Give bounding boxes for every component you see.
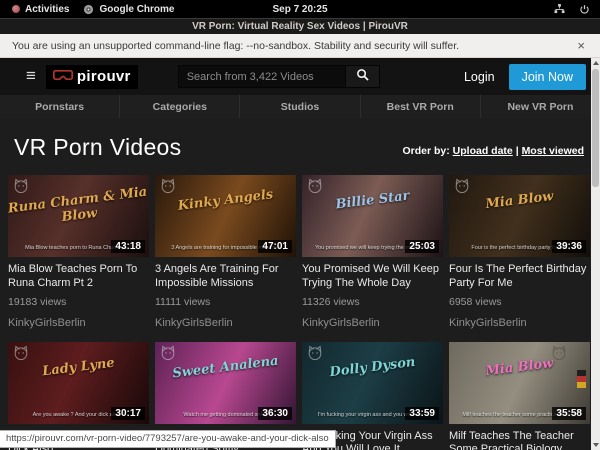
studio-cat-logo-icon bbox=[453, 178, 471, 199]
video-title-link[interactable]: Milf Teaches The Teacher Some Practical … bbox=[449, 430, 590, 450]
duration-badge: 47:01 bbox=[258, 240, 292, 253]
scrollbar-thumb[interactable] bbox=[592, 69, 599, 187]
duration-badge: 43:18 bbox=[111, 240, 145, 253]
window-title: VR Porn: Virtual Reality Sex Videos | Pi… bbox=[192, 21, 408, 32]
site-logo-text: pirouvr bbox=[77, 68, 131, 85]
search-button[interactable] bbox=[346, 65, 380, 88]
page-scrollbar[interactable] bbox=[591, 58, 600, 450]
activities-button[interactable]: Activities bbox=[12, 4, 69, 15]
order-by: Order by: Upload date | Most viewed bbox=[402, 145, 584, 161]
video-thumbnail[interactable]: Billie Star You promised we will keep tr… bbox=[302, 175, 443, 257]
video-thumbnail[interactable]: Kinky Angels 3 Angels are training for i… bbox=[155, 175, 296, 257]
chrome-icon bbox=[83, 4, 94, 15]
login-link[interactable]: Login bbox=[450, 70, 509, 84]
video-grid: Runa Charm & Mia Blow Mia Blow teaches p… bbox=[8, 175, 590, 450]
video-card[interactable]: Mia Blow Milf teaches the teacher some p… bbox=[449, 342, 590, 450]
video-views: 6958 views bbox=[449, 296, 590, 308]
studio-cat-logo-icon bbox=[12, 178, 30, 199]
power-icon[interactable] bbox=[579, 4, 590, 15]
studio-cat-logo-icon bbox=[306, 178, 324, 199]
video-views: 11326 views bbox=[302, 296, 443, 308]
studio-cat-logo-icon bbox=[159, 345, 177, 366]
video-thumbnail[interactable]: Mia Blow Four is the perfect birthday pa… bbox=[449, 175, 590, 257]
duration-badge: 25:03 bbox=[405, 240, 439, 253]
duration-badge: 39:36 bbox=[552, 240, 586, 253]
video-thumbnail[interactable]: Runa Charm & Mia Blow Mia Blow teaches p… bbox=[8, 175, 149, 257]
nav-studios[interactable]: Studios bbox=[240, 95, 360, 118]
video-thumbnail[interactable]: Dolly Dyson I'm fucking your virgin ass … bbox=[302, 342, 443, 424]
search-bar bbox=[178, 65, 380, 88]
video-studio-link[interactable]: KinkyGirlsBerlin bbox=[155, 317, 296, 329]
nav-categories[interactable]: Categories bbox=[120, 95, 240, 118]
main-nav: Pornstars Categories Studios Best VR Por… bbox=[0, 95, 600, 118]
order-upload-date-link[interactable]: Upload date bbox=[453, 145, 513, 157]
video-card[interactable]: Billie Star You promised we will keep tr… bbox=[302, 175, 443, 329]
network-icon[interactable] bbox=[554, 4, 565, 14]
video-title-link[interactable]: 3 Angels Are Training For Impossible Mis… bbox=[155, 263, 296, 291]
video-views: 19183 views bbox=[8, 296, 149, 308]
video-views: 11111 views bbox=[155, 296, 296, 308]
studio-cat-logo-icon bbox=[306, 345, 324, 366]
desktop: Activities Google Chrome Sep 7 20:25 VR … bbox=[0, 0, 600, 450]
status-bar-url: https://pirouvr.com/vr-porn-video/779325… bbox=[0, 430, 336, 448]
clock[interactable]: Sep 7 20:25 bbox=[130, 4, 470, 15]
german-flag-decoration bbox=[577, 370, 586, 388]
window-title-bar: VR Porn: Virtual Reality Sex Videos | Pi… bbox=[0, 18, 600, 34]
search-input[interactable] bbox=[178, 65, 346, 88]
video-thumbnail[interactable]: Sweet Analena Watch me getting dominated… bbox=[155, 342, 296, 424]
video-card[interactable]: Mia Blow Four is the perfect birthday pa… bbox=[449, 175, 590, 329]
unsupported-flag-infobar: You are using an unsupported command-lin… bbox=[0, 34, 600, 58]
infobar-close-icon[interactable]: × bbox=[574, 38, 588, 53]
video-thumbnail[interactable]: Lady Lyne Are you awake ? And your dick … bbox=[8, 342, 149, 424]
video-studio-link[interactable]: KinkyGirlsBerlin bbox=[8, 317, 149, 329]
video-thumbnail[interactable]: Mia Blow Milf teaches the teacher some p… bbox=[449, 342, 590, 424]
page-heading-row: VR Porn Videos Order by: Upload date | M… bbox=[0, 118, 600, 175]
vr-goggles-icon bbox=[53, 68, 73, 86]
video-title-link[interactable]: You Promised We Will Keep Trying The Who… bbox=[302, 263, 443, 291]
page-title: VR Porn Videos bbox=[14, 134, 181, 161]
studio-cat-logo-icon bbox=[550, 345, 568, 366]
video-title-link[interactable]: Four Is The Perfect Birthday Party For M… bbox=[449, 263, 590, 291]
infobar-message: You are using an unsupported command-lin… bbox=[12, 40, 574, 52]
activities-label: Activities bbox=[25, 4, 69, 15]
nav-new-vr-porn[interactable]: New VR Porn bbox=[481, 95, 600, 118]
search-icon bbox=[356, 68, 369, 86]
join-now-button[interactable]: Join Now bbox=[509, 64, 586, 90]
duration-badge: 30:17 bbox=[111, 407, 145, 420]
scrollbar-down-arrow-icon[interactable] bbox=[591, 440, 600, 450]
menu-icon[interactable]: ≡ bbox=[10, 66, 46, 88]
activities-indicator-icon bbox=[12, 5, 20, 13]
system-top-bar: Activities Google Chrome Sep 7 20:25 bbox=[0, 0, 600, 18]
duration-badge: 36:30 bbox=[258, 407, 292, 420]
video-card[interactable]: Kinky Angels 3 Angels are training for i… bbox=[155, 175, 296, 329]
nav-pornstars[interactable]: Pornstars bbox=[0, 95, 120, 118]
video-title-link[interactable]: Mia Blow Teaches Porn To Runa Charm Pt 2 bbox=[8, 263, 149, 291]
studio-cat-logo-icon bbox=[159, 178, 177, 199]
duration-badge: 33:59 bbox=[405, 407, 439, 420]
video-studio-link[interactable]: KinkyGirlsBerlin bbox=[449, 317, 590, 329]
nav-best-vr-porn[interactable]: Best VR Porn bbox=[361, 95, 481, 118]
video-studio-link[interactable]: KinkyGirlsBerlin bbox=[302, 317, 443, 329]
site-header: ≡ pirouvr Login Join Now bbox=[0, 58, 600, 95]
order-separator: | bbox=[516, 145, 519, 157]
order-most-viewed-link[interactable]: Most viewed bbox=[522, 145, 584, 157]
duration-badge: 35:58 bbox=[552, 407, 586, 420]
order-by-label: Order by: bbox=[402, 145, 449, 157]
scrollbar-up-arrow-icon[interactable] bbox=[591, 58, 600, 68]
browser-viewport: ≡ pirouvr Login Join Now Pornstars Cat bbox=[0, 58, 600, 450]
video-card[interactable]: Runa Charm & Mia Blow Mia Blow teaches p… bbox=[8, 175, 149, 329]
studio-cat-logo-icon bbox=[12, 345, 30, 366]
site-logo[interactable]: pirouvr bbox=[46, 65, 138, 89]
thumb-overlay-text: Mia Blow bbox=[449, 351, 590, 383]
